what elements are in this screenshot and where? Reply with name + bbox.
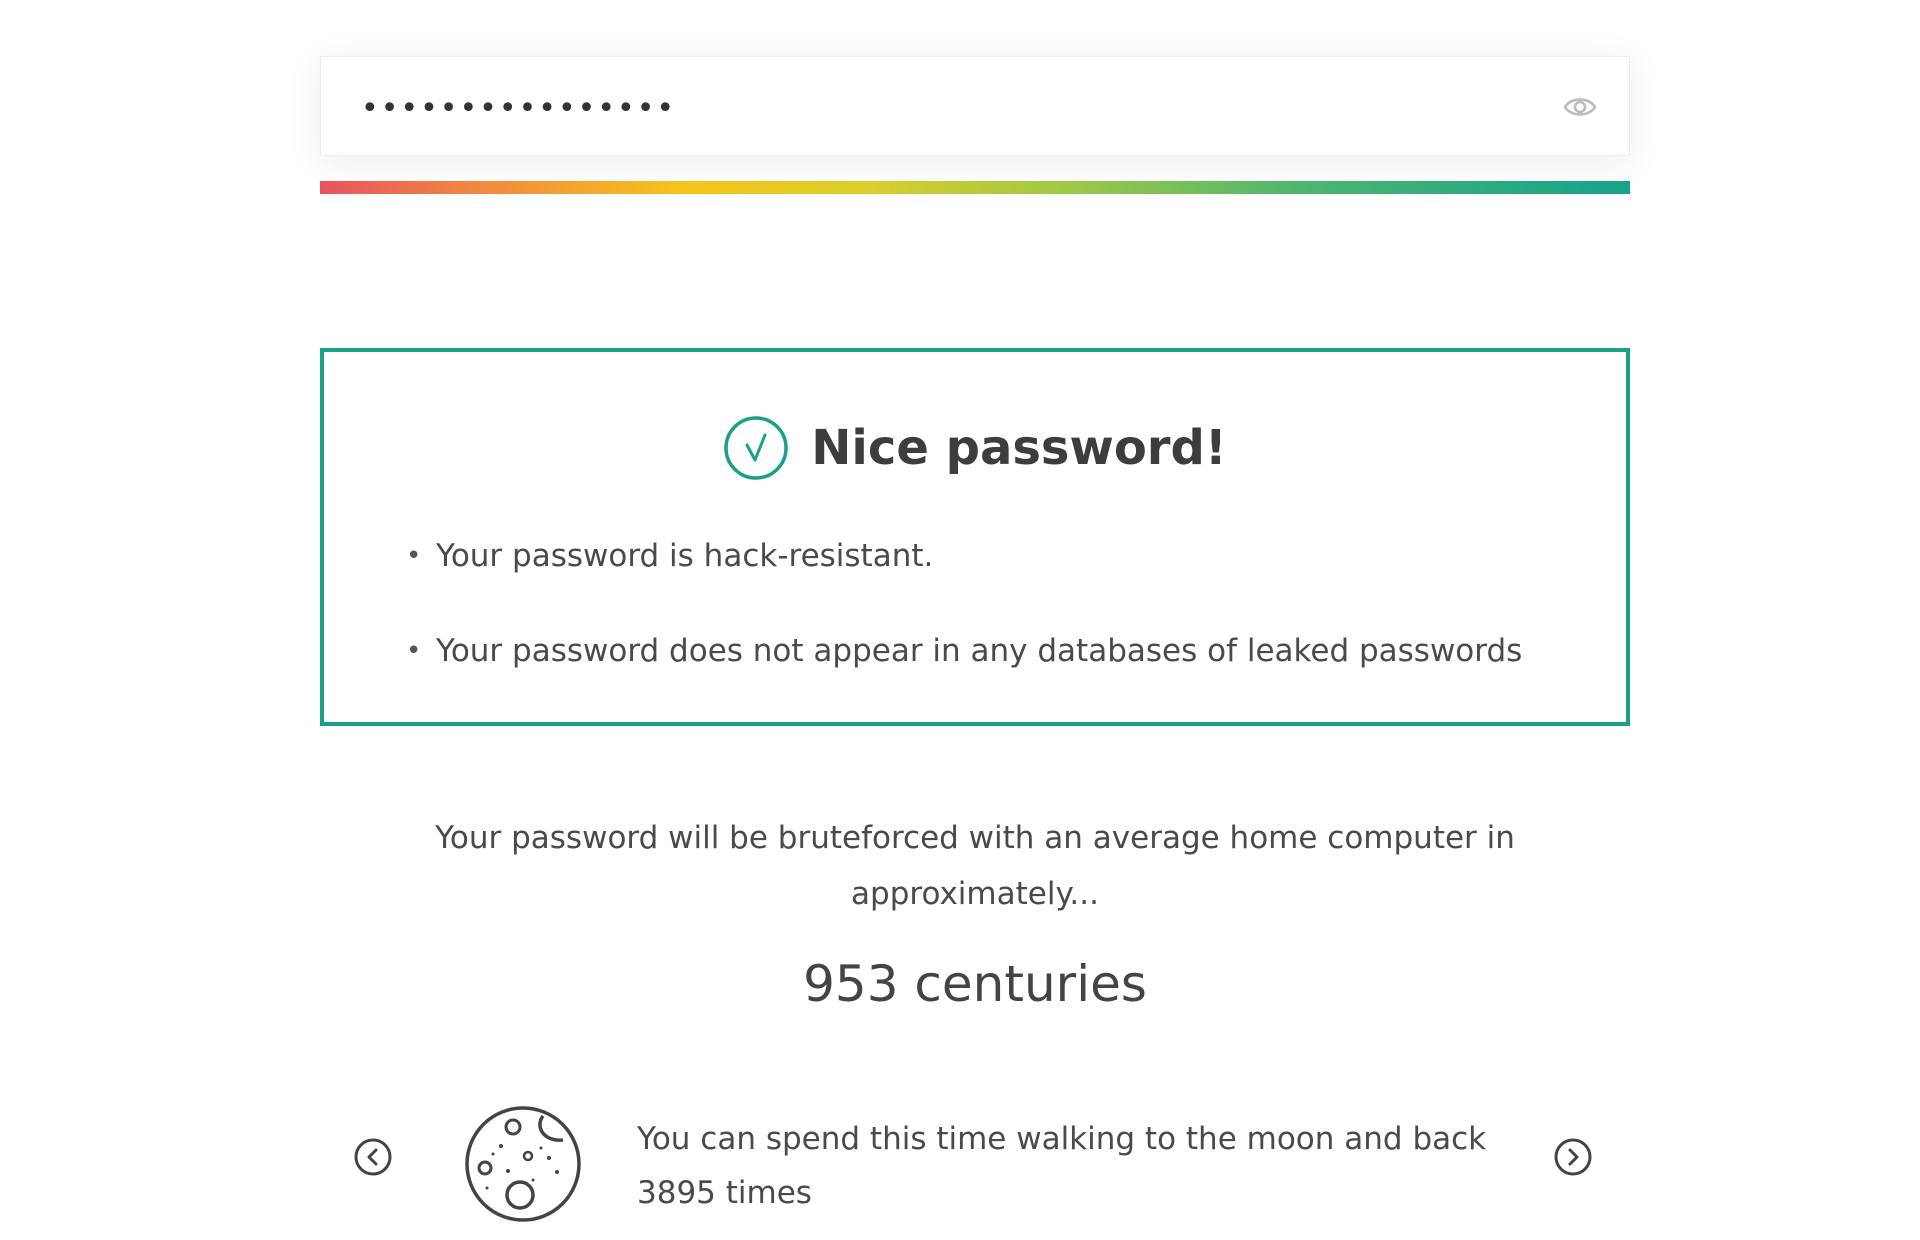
fact-text: You can spend this time walking to the m… — [637, 1121, 1487, 1211]
bruteforce-description: Your password will be bruteforced with a… — [435, 820, 1515, 912]
fact-slider: You can spend this time walking to the m… — [0, 1100, 1920, 1240]
verdict-item-hack-resistant: Your password is hack-resistant. — [406, 536, 1522, 576]
chevron-left-circle-icon[interactable] — [353, 1137, 393, 1177]
verdict-box: Nice password! Your password is hack-res… — [320, 348, 1630, 726]
moon-icon — [465, 1106, 581, 1222]
check-circle-icon — [724, 416, 788, 480]
bruteforce-time: 953 centuries — [803, 955, 1147, 1013]
password-input[interactable] — [359, 57, 1543, 159]
verdict-title: Nice password! — [811, 420, 1227, 476]
chevron-right-circle-icon[interactable] — [1553, 1137, 1593, 1177]
verdict-header: Nice password! — [324, 410, 1626, 486]
verdict-item-not-leaked: Your password does not appear in any dat… — [406, 631, 1522, 671]
password-strength-bar — [320, 181, 1630, 194]
password-field-container — [320, 56, 1630, 159]
verdict-list: Your password is hack-resistant. Your pa… — [406, 536, 1522, 726]
eye-icon[interactable] — [1563, 94, 1597, 120]
